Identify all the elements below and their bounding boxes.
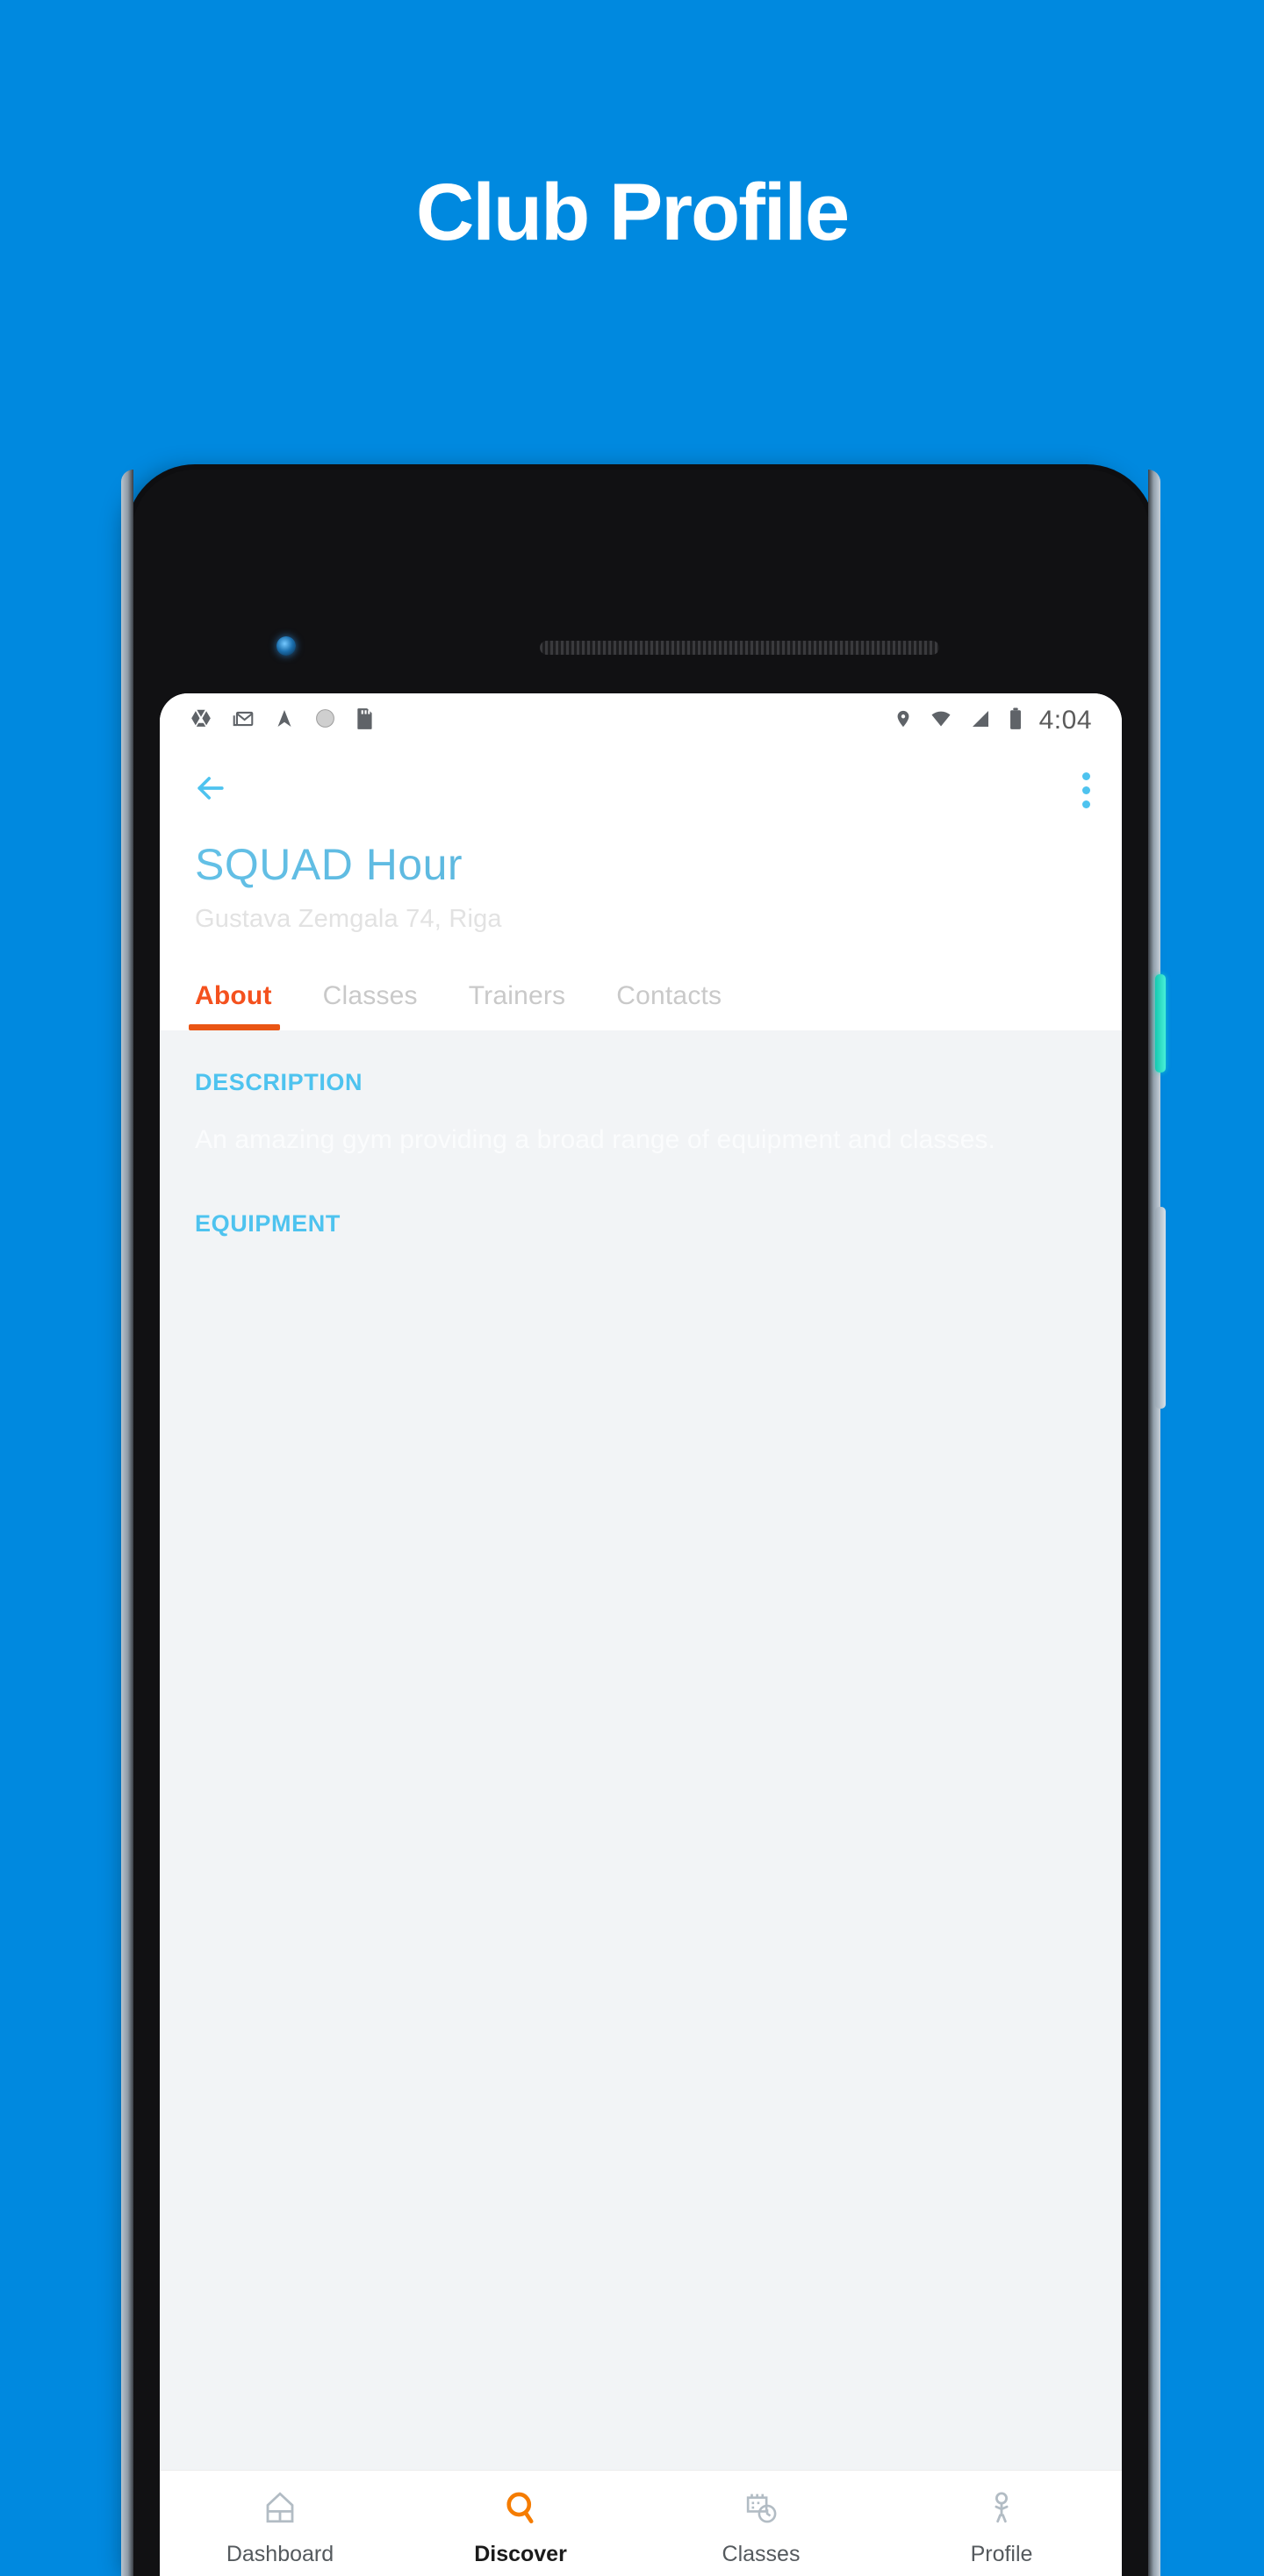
volume-rocker-button[interactable] — [1155, 1207, 1166, 1409]
phone-left-edge — [121, 470, 133, 2576]
nav-item-dashboard[interactable]: Dashboard — [160, 2489, 400, 2567]
club-name: SQUAD Hour — [195, 837, 1087, 893]
nav-item-classes[interactable]: Classes — [641, 2489, 881, 2567]
page-title: Club Profile — [0, 172, 1264, 253]
bottom-navigation: Dashboard Discover — [160, 2470, 1122, 2576]
nav-item-profile[interactable]: Profile — [881, 2489, 1122, 2567]
sdcard-icon — [356, 707, 375, 735]
phone-device: 4:04 SQUAD Hour Gustava Zemgala 74, Riga… — [132, 470, 1150, 2576]
equipment-heading: EQUIPMENT — [195, 1210, 1087, 1238]
front-camera-icon — [276, 636, 296, 656]
club-header: SQUAD Hour Gustava Zemgala 74, Riga — [160, 832, 1122, 934]
phone-screen: 4:04 SQUAD Hour Gustava Zemgala 74, Riga… — [160, 693, 1122, 2576]
earpiece-speaker — [540, 641, 939, 655]
phone-right-edge — [1148, 470, 1160, 2576]
tab-about[interactable]: About — [195, 981, 272, 1030]
nav-label-discover: Discover — [474, 2542, 567, 2567]
signal-icon — [969, 708, 992, 734]
battery-icon — [1008, 707, 1023, 735]
drive-icon — [190, 707, 212, 735]
power-button[interactable] — [1155, 974, 1166, 1073]
more-options-icon[interactable] — [1082, 772, 1090, 808]
home-icon — [262, 2489, 298, 2530]
nav-label-dashboard: Dashboard — [226, 2542, 334, 2567]
nav-label-classes: Classes — [722, 2542, 801, 2567]
tab-contacts[interactable]: Contacts — [616, 981, 722, 1030]
nav-label-profile: Profile — [971, 2542, 1033, 2567]
description-heading: DESCRIPTION — [195, 1069, 1087, 1096]
status-bar-clock: 4:04 — [1039, 706, 1092, 735]
circle-icon — [314, 707, 336, 734]
status-bar-notifications — [190, 707, 375, 735]
nav-item-discover[interactable]: Discover — [400, 2489, 641, 2567]
location-pin-icon — [894, 707, 913, 735]
wifi-icon — [929, 708, 953, 734]
tab-classes[interactable]: Classes — [323, 981, 418, 1030]
app-bar — [160, 748, 1122, 832]
back-arrow-icon[interactable] — [191, 769, 230, 812]
navigation-icon — [274, 707, 295, 735]
about-content: DESCRIPTION An amazing gym providing a b… — [160, 1030, 1122, 2470]
status-bar: 4:04 — [160, 693, 1122, 748]
schedule-icon — [743, 2489, 779, 2530]
description-text: An amazing gym providing a broad range o… — [195, 1123, 1087, 1159]
status-bar-system: 4:04 — [894, 706, 1092, 735]
tab-trainers[interactable]: Trainers — [469, 981, 566, 1030]
gmail-icon — [232, 707, 255, 735]
club-address: Gustava Zemgala 74, Riga — [195, 905, 1087, 934]
search-icon — [502, 2489, 539, 2530]
tab-bar: About Classes Trainers Contacts — [160, 934, 1122, 1030]
section-spacer — [195, 1158, 1087, 1210]
person-icon — [983, 2489, 1020, 2530]
